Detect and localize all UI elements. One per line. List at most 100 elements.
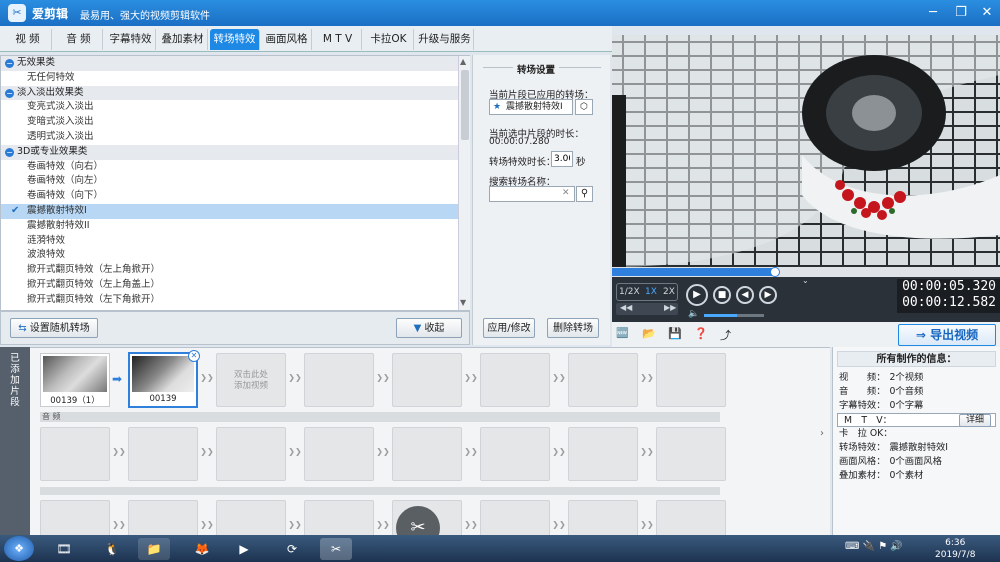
effect-item[interactable]: 卷画特效（向左）	[1, 174, 469, 189]
effect-item[interactable]: 掀开式翻页特效（左上角掀开）	[1, 263, 469, 278]
random-transition-button[interactable]: ⇆ 设置随机转场	[10, 318, 98, 338]
refresh-app-icon[interactable]: ⟳	[276, 538, 308, 560]
effect-item[interactable]: 无任何特效	[1, 71, 469, 86]
folder-icon[interactable]: 📂	[642, 327, 656, 340]
prev-icon[interactable]: ◀	[736, 286, 754, 304]
effect-item[interactable]: 掀开式翻页特效（左下角掀开）	[1, 293, 469, 308]
effect-item[interactable]: 波浪特效	[1, 248, 469, 263]
prev-frame-icon[interactable]: ◀◀	[620, 303, 632, 312]
help-icon[interactable]: ❓	[694, 327, 708, 340]
effect-item[interactable]: 变亮式淡入淡出	[1, 100, 469, 115]
empty-slot[interactable]	[304, 353, 374, 407]
added-clips-tab[interactable]: 已添加片段	[0, 347, 30, 535]
next-icon[interactable]: ▶	[759, 286, 777, 304]
empty-slot[interactable]	[568, 427, 638, 481]
tab-subtitle[interactable]: 字幕特效	[106, 29, 156, 50]
empty-slot[interactable]	[40, 427, 110, 481]
collapse-button[interactable]: ▼ 收起	[396, 318, 462, 338]
speed-double[interactable]: 2X	[663, 287, 675, 297]
tab-overlay[interactable]: 叠加素材	[158, 29, 208, 50]
effect-label: 震撼散射特效II	[27, 219, 90, 231]
clip-thumb-1[interactable]: 00139（1）	[40, 353, 110, 407]
scroll-thumb[interactable]	[461, 70, 469, 140]
seek-handle[interactable]	[769, 267, 780, 277]
list-scrollbar[interactable]: ▲ ▼	[458, 56, 470, 310]
scroll-down-icon[interactable]: ▼	[460, 298, 466, 307]
effect-item[interactable]: 变暗式淡入淡出	[1, 115, 469, 130]
tab-karaoke[interactable]: 卡拉OK	[364, 29, 414, 50]
minimize-button[interactable]: ─	[922, 3, 944, 23]
collapse-info-icon[interactable]: ›	[820, 428, 830, 448]
empty-slot[interactable]: 双击此处 添加视频	[216, 353, 286, 407]
tray-icons[interactable]: ⌨ 🔌 ⚑ 🔊	[845, 541, 903, 552]
clear-icon[interactable]: ✕	[562, 188, 570, 198]
empty-slot[interactable]	[304, 427, 374, 481]
firefox-icon[interactable]: 🦊	[186, 538, 218, 560]
arrow-icon: ❯❯	[552, 447, 566, 456]
speed-half[interactable]: 1/2X	[619, 287, 640, 297]
start-button-icon[interactable]: ❖	[4, 536, 34, 561]
cube-icon[interactable]: ⬡	[575, 99, 593, 115]
audio-track-label: 音 频	[40, 412, 720, 422]
close-button[interactable]: ✕	[976, 3, 998, 23]
scroll-up-icon[interactable]: ▲	[460, 57, 466, 66]
effect-item[interactable]: 卷画特效（向下）	[1, 189, 469, 204]
tab-bar: 视 频 音 频 字幕特效 叠加素材 转场特效 画面风格 M T V 卡拉OK 升…	[0, 26, 612, 52]
effect-item[interactable]: 透明式淡入淡出	[1, 130, 469, 145]
tab-video[interactable]: 视 频	[4, 29, 52, 50]
collapse-category-icon[interactable]: −	[5, 59, 14, 68]
play-icon[interactable]: ▶	[686, 284, 708, 306]
empty-slot[interactable]	[568, 353, 638, 407]
delete-transition-button[interactable]: 删除转场	[547, 318, 599, 338]
chevron-down-icon[interactable]: ⌄	[802, 276, 809, 285]
effect-category[interactable]: − 淡入淡出效果类	[1, 85, 469, 101]
effect-item[interactable]: 掀开式翻页特效（左上角盖上）	[1, 278, 469, 293]
effect-item[interactable]: 震撼散射特效II	[1, 219, 469, 234]
restore-button[interactable]: ❐	[950, 3, 972, 23]
effect-category[interactable]: −3D或专业效果类	[1, 144, 469, 160]
clock[interactable]: 6:36 2019/7/8	[935, 537, 975, 561]
speed-normal[interactable]: 1X	[645, 287, 657, 297]
empty-slot[interactable]	[480, 427, 550, 481]
tab-audio[interactable]: 音 频	[55, 29, 103, 50]
search-icon[interactable]: ⚲	[576, 186, 593, 202]
close-icon[interactable]: ✕	[188, 350, 200, 362]
volume-icon[interactable]: 🔈	[688, 309, 699, 319]
qq-icon[interactable]: 🐧	[96, 538, 128, 560]
empty-slot[interactable]	[392, 427, 462, 481]
next-frame-icon[interactable]: ▶▶	[664, 303, 676, 312]
tab-mtv[interactable]: M T V	[314, 29, 362, 50]
effect-item[interactable]: 卷画特效（向右）	[1, 160, 469, 175]
video-preview[interactable]	[612, 35, 1000, 267]
arrow-icon: ➡	[112, 372, 123, 386]
save-icon[interactable]: 💾	[668, 327, 682, 340]
export-video-button[interactable]: ⇒ 导出视频	[898, 324, 996, 346]
info-title: 所有制作的信息：	[837, 351, 996, 367]
new-icon[interactable]: 🆕	[616, 328, 628, 339]
tab-style[interactable]: 画面风格	[262, 29, 312, 50]
effect-duration-input[interactable]	[551, 151, 573, 167]
clip-thumb-2-selected[interactable]: 00139 ✕	[128, 350, 200, 408]
empty-slot[interactable]	[392, 353, 462, 407]
empty-slot[interactable]	[128, 427, 198, 481]
empty-slot[interactable]	[480, 353, 550, 407]
empty-slot[interactable]	[216, 427, 286, 481]
detail-button[interactable]: 详细	[959, 414, 991, 427]
effect-item[interactable]: 涟漪特效	[1, 234, 469, 249]
collapse-category-icon[interactable]: −	[5, 147, 14, 157]
explorer-icon[interactable]: 📁	[138, 538, 170, 560]
apply-button[interactable]: 应用/修改	[483, 318, 535, 338]
effect-item[interactable]: ✔ 震撼散射特效I	[1, 203, 469, 219]
tab-transition[interactable]: 转场特效	[210, 29, 260, 50]
stop-icon[interactable]: ■	[713, 286, 731, 304]
share-icon[interactable]: ⤴	[720, 327, 731, 343]
tab-upgrade[interactable]: 升级与服务	[416, 29, 474, 50]
empty-slot[interactable]	[656, 427, 726, 481]
effect-category[interactable]: − 无效果类	[1, 56, 469, 71]
info-row: 画面风格： 0个画面风格	[833, 455, 1000, 469]
collapse-category-icon[interactable]: −	[5, 88, 14, 98]
media-player-icon[interactable]: ▶	[228, 538, 260, 560]
video-app-icon[interactable]: 🎞	[48, 538, 80, 560]
aijianji-taskbar-icon[interactable]: ✂	[320, 538, 352, 560]
empty-slot[interactable]	[656, 353, 726, 407]
